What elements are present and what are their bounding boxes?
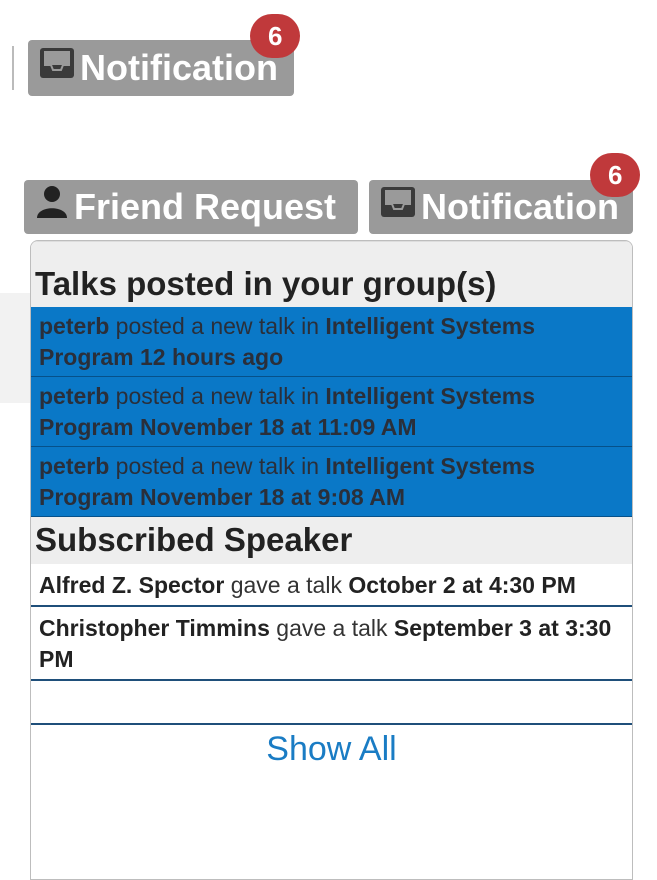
friend-request-label: Friend Request: [74, 186, 337, 227]
friend-request-button[interactable]: Friend Request: [24, 180, 358, 234]
talk-time: November 18 at 11:09 AM: [139, 414, 417, 440]
talk-notification-item[interactable]: peterb posted a new talk in Intelligent …: [31, 377, 632, 447]
speaker-notification-item[interactable]: Christopher Timmins gave a talk Septembe…: [31, 607, 632, 681]
talk-user[interactable]: peterb: [39, 453, 109, 479]
speaker-notification-item[interactable]: Alfred Z. Spector gave a talk October 2 …: [31, 564, 632, 607]
talk-notification-item[interactable]: peterb posted a new talk in Intelligent …: [31, 307, 632, 377]
speaker-section-header: Subscribed Speaker: [31, 517, 632, 564]
toolbar-separator: [12, 46, 14, 90]
inbox-icon: [379, 180, 417, 234]
speaker-action: gave a talk: [224, 572, 349, 598]
notification-count-badge: 6: [250, 14, 301, 58]
talk-notification-item[interactable]: peterb posted a new talk in Intelligent …: [31, 447, 632, 517]
page-background-strip: [0, 293, 30, 403]
user-icon: [34, 180, 70, 234]
notification-count-badge: 6: [590, 153, 641, 197]
talk-action: posted a new talk in: [109, 313, 326, 339]
notification-dropdown: Talks posted in your group(s) peterb pos…: [30, 240, 633, 880]
empty-row: [31, 681, 632, 725]
talk-action: posted a new talk in: [109, 453, 326, 479]
speaker-name[interactable]: Alfred Z. Spector: [39, 572, 224, 598]
talk-time: 12 hours ago: [139, 344, 284, 370]
speaker-name[interactable]: Christopher Timmins: [39, 615, 270, 641]
talk-action: posted a new talk in: [109, 383, 326, 409]
inbox-icon: [38, 40, 76, 96]
talks-section-header: Talks posted in your group(s): [31, 241, 632, 307]
talk-user[interactable]: peterb: [39, 383, 109, 409]
speaker-time: October 2 at 4:30 PM: [348, 572, 576, 598]
notification-label: Notification: [80, 47, 278, 88]
show-all-link[interactable]: Show All: [31, 725, 632, 773]
talk-user[interactable]: peterb: [39, 313, 109, 339]
talk-time: November 18 at 9:08 AM: [139, 484, 406, 510]
notification-label: Notification: [421, 186, 619, 227]
speaker-action: gave a talk: [269, 615, 394, 641]
